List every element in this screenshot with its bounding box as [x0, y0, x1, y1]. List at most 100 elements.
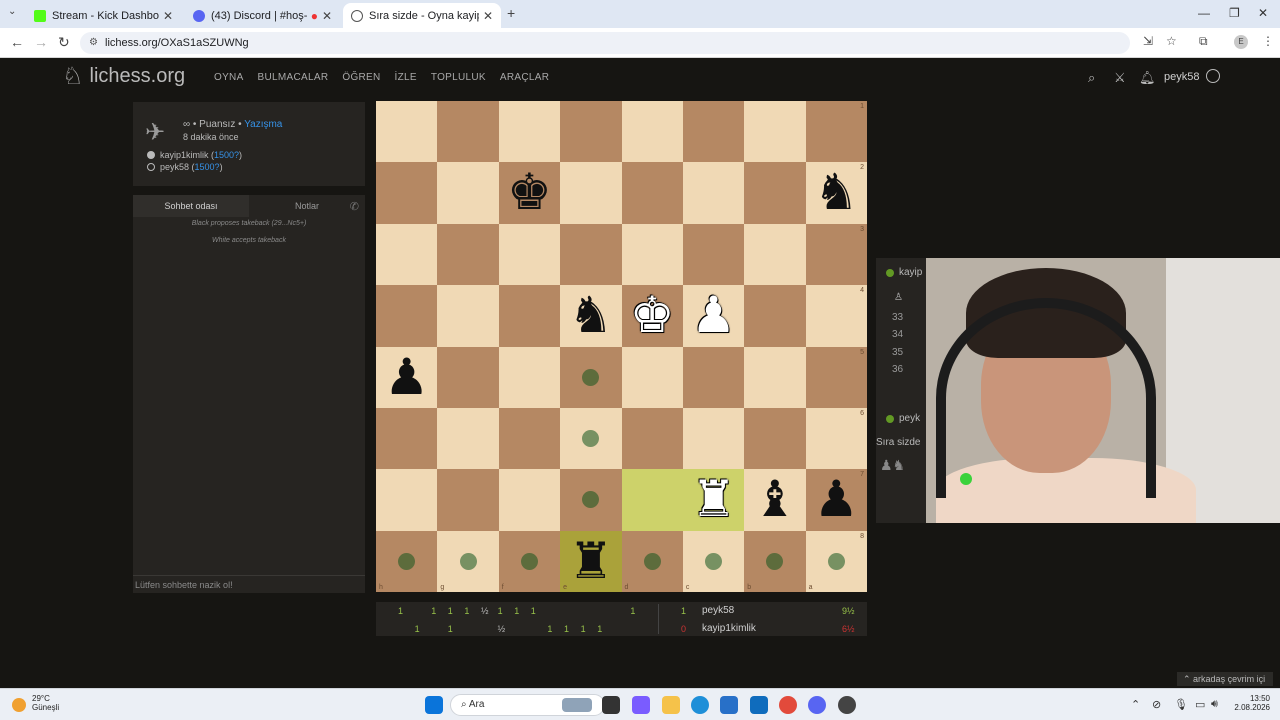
- notifications-icon[interactable]: 🔔︎: [1139, 70, 1156, 86]
- microphone-icon[interactable]: 🎙︎: [1174, 698, 1188, 711]
- move-destination-dot[interactable]: [582, 368, 600, 386]
- square-h1[interactable]: [376, 101, 438, 163]
- black-pawn-icon[interactable]: ♟: [806, 469, 867, 530]
- outlook-icon[interactable]: [750, 696, 768, 714]
- player-black[interactable]: kayip1kimlik (1500?): [147, 150, 242, 160]
- obs-icon[interactable]: [838, 696, 856, 714]
- square-f3[interactable]: [498, 223, 561, 286]
- store-icon[interactable]: [720, 696, 738, 714]
- move-destination-dot[interactable]: [398, 552, 416, 570]
- black-king-icon[interactable]: ♚: [499, 162, 560, 223]
- score-player-name[interactable]: kayip1kimlik: [702, 623, 756, 634]
- square-d3[interactable]: [621, 223, 683, 286]
- square-g2[interactable]: [437, 162, 499, 224]
- square-d6[interactable]: [621, 407, 683, 470]
- square-g7[interactable]: [437, 469, 499, 531]
- square-f1[interactable]: [498, 101, 561, 163]
- square-b3[interactable]: [744, 223, 806, 286]
- extensions-icon[interactable]: ⧉: [1199, 34, 1208, 49]
- black-knight-icon[interactable]: ♞: [560, 285, 621, 346]
- move-destination-dot[interactable]: [520, 552, 538, 570]
- site-logo[interactable]: ♘ lichess.org: [62, 62, 185, 91]
- square-a3[interactable]: [805, 223, 868, 286]
- close-tab-icon[interactable]: ✕: [163, 9, 173, 23]
- tab-chat-room[interactable]: Sohbet odası: [133, 195, 249, 217]
- white-king-icon[interactable]: ♚: [622, 285, 683, 346]
- black-pawn-icon[interactable]: ♟: [376, 347, 437, 408]
- nav-puzzles[interactable]: BULMACALAR: [258, 72, 329, 83]
- search-icon[interactable]: ⌕: [1088, 70, 1095, 86]
- square-h4[interactable]: [376, 285, 438, 347]
- close-tab-icon[interactable]: ✕: [322, 9, 332, 23]
- square-a4[interactable]: [805, 285, 868, 347]
- copilot-icon[interactable]: [632, 696, 650, 714]
- square-b4[interactable]: [744, 285, 806, 347]
- square-h6[interactable]: [376, 407, 438, 470]
- url-input[interactable]: ⚙ lichess.org/OXaS1aSZUWNg: [80, 32, 1130, 54]
- discord-taskbar-icon[interactable]: [808, 696, 826, 714]
- square-g6[interactable]: [437, 407, 499, 470]
- edge-icon[interactable]: [691, 696, 709, 714]
- move-destination-dot[interactable]: [705, 552, 723, 570]
- chess-board[interactable]: 1 2 3 4 5 6 7 8 h g f e d c b a ♚ ♞ ♞ ♚ ♟ ♟ ♜ ♝ ♟ ♜: [376, 101, 868, 593]
- profile-avatar[interactable]: E: [1234, 35, 1248, 49]
- square-c3[interactable]: [682, 223, 745, 286]
- square-g5[interactable]: [437, 346, 499, 408]
- square-d2[interactable]: [621, 162, 683, 224]
- square-d1[interactable]: [621, 101, 683, 163]
- close-window-icon[interactable]: ✕: [1258, 6, 1268, 20]
- tab-lichess[interactable]: Sıra sizde - Oyna kayip1kimlik - ✕: [343, 3, 501, 28]
- chat-input[interactable]: Lütfen sohbette nazik ol!: [133, 575, 365, 593]
- black-knight-icon[interactable]: ♞: [806, 162, 867, 223]
- square-a6[interactable]: [805, 407, 868, 470]
- minimize-icon[interactable]: —: [1198, 6, 1210, 20]
- square-f6[interactable]: [498, 407, 561, 470]
- chrome-icon[interactable]: [779, 696, 797, 714]
- maximize-icon[interactable]: ❐: [1229, 6, 1240, 20]
- black-rook-icon[interactable]: ♜: [560, 531, 621, 592]
- square-h3[interactable]: [376, 223, 438, 286]
- tab-discord[interactable]: (43) Discord | #hoş-geldin | ● ✕: [185, 3, 340, 28]
- install-icon[interactable]: ⇲: [1143, 34, 1153, 48]
- square-a1[interactable]: [805, 101, 868, 163]
- tab-kick[interactable]: Stream - Kick Dashboard ✕: [26, 3, 181, 28]
- start-icon[interactable]: [425, 696, 443, 714]
- move-destination-dot[interactable]: [459, 552, 477, 570]
- square-e1[interactable]: [560, 101, 622, 163]
- bookmark-star-icon[interactable]: ☆: [1166, 34, 1177, 48]
- username-link[interactable]: peyk58: [1164, 71, 1199, 83]
- back-icon[interactable]: ←: [10, 34, 24, 50]
- square-f4[interactable]: [498, 285, 561, 347]
- flip-icon[interactable]: ♙: [894, 292, 903, 303]
- clock[interactable]: 13:50 2.08.2026: [1226, 694, 1270, 712]
- white-pawn-icon[interactable]: ♟: [683, 285, 744, 346]
- task-view-icon[interactable]: [602, 696, 620, 714]
- square-h7[interactable]: [376, 469, 438, 531]
- square-c6[interactable]: [682, 407, 745, 470]
- square-c5[interactable]: [682, 346, 745, 408]
- nav-watch[interactable]: İZLE: [395, 72, 417, 83]
- square-g1[interactable]: [437, 101, 499, 163]
- challenges-icon[interactable]: ⚔: [1114, 70, 1126, 86]
- square-c1[interactable]: [682, 101, 745, 163]
- nav-learn[interactable]: ÖĞREN: [342, 72, 380, 83]
- move-destination-dot[interactable]: [827, 552, 845, 570]
- nav-community[interactable]: TOPLULUK: [431, 72, 486, 83]
- nav-play[interactable]: OYNA: [214, 72, 244, 83]
- tab-notes[interactable]: Notlar: [249, 195, 365, 217]
- mode-link[interactable]: Yazışma: [244, 119, 282, 130]
- network-icon[interactable]: ⊘: [1152, 698, 1161, 711]
- square-f7[interactable]: [498, 469, 561, 531]
- friends-online-button[interactable]: ⌃ arkadaş çevrim içi: [1177, 672, 1273, 686]
- new-tab-icon[interactable]: +: [507, 5, 515, 21]
- tab-list-icon[interactable]: ⌄: [8, 6, 16, 17]
- site-info-icon[interactable]: ⚙: [89, 32, 98, 54]
- reload-icon[interactable]: ↻: [58, 34, 70, 51]
- square-g3[interactable]: [437, 223, 499, 286]
- square-e3[interactable]: [560, 223, 622, 286]
- score-player-name[interactable]: peyk58: [702, 605, 734, 616]
- forward-icon[interactable]: →: [34, 34, 48, 50]
- square-a5[interactable]: [805, 346, 868, 408]
- phone-icon[interactable]: ✆: [350, 200, 359, 213]
- square-d7[interactable]: [621, 469, 683, 531]
